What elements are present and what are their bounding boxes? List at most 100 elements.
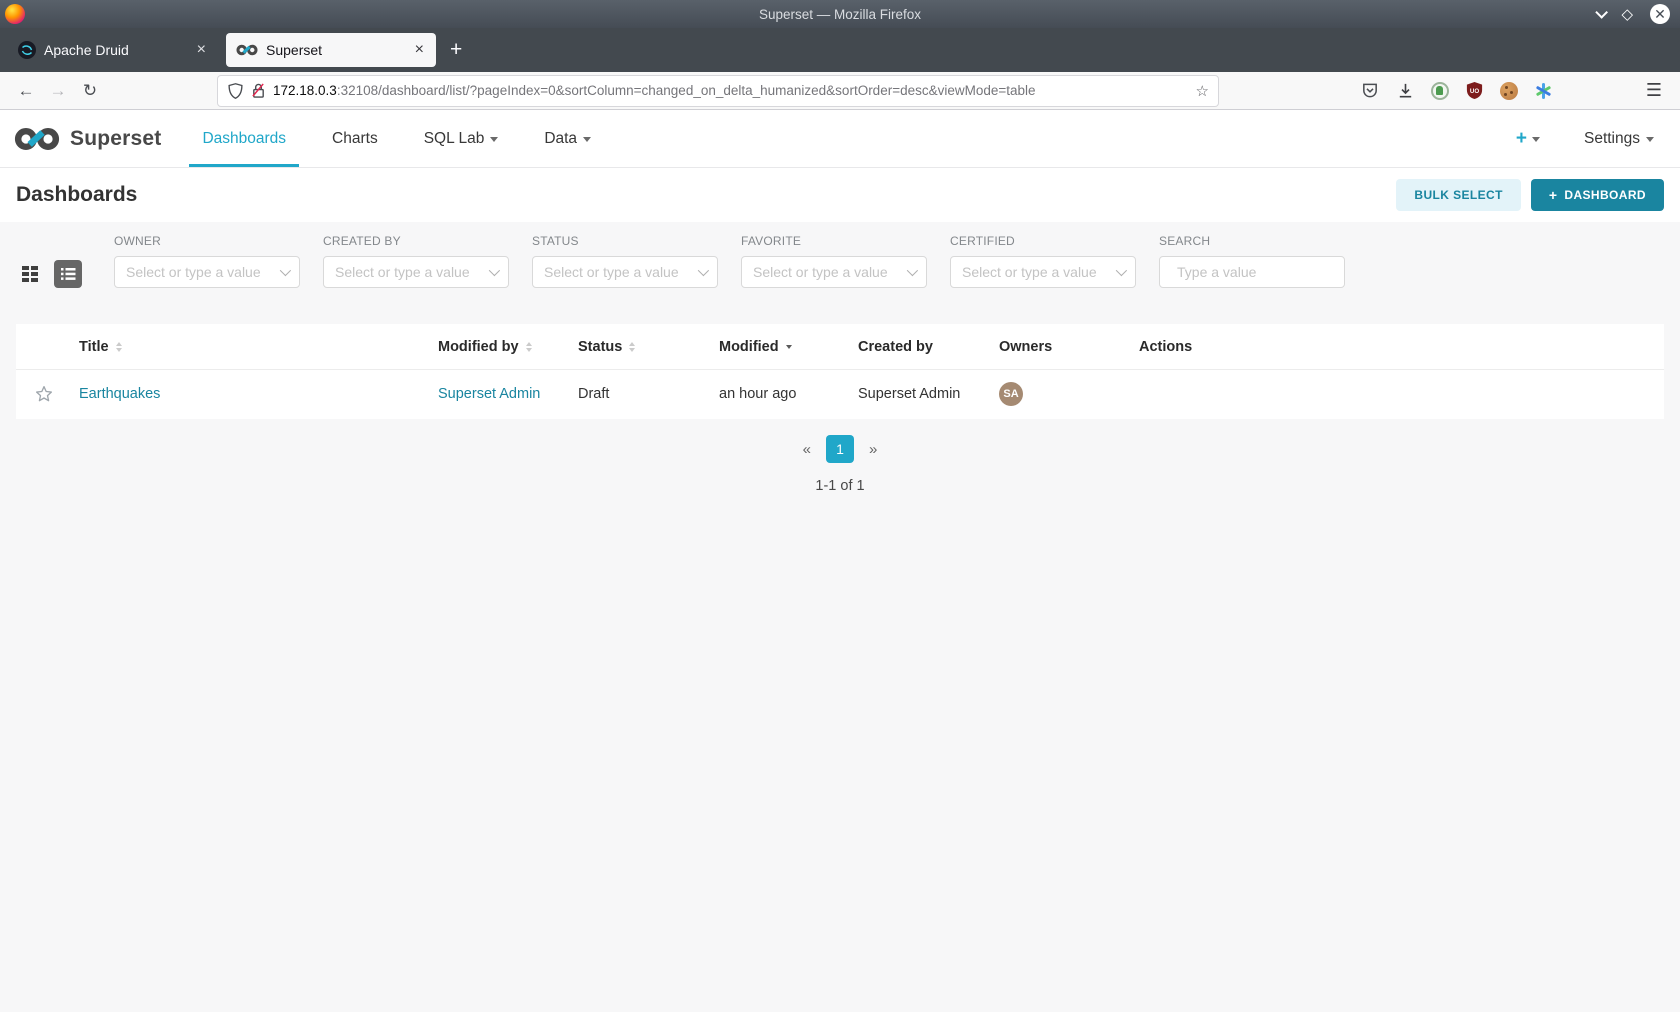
bulk-select-label: BULK SELECT xyxy=(1414,188,1503,202)
chevron-down-icon xyxy=(583,137,592,142)
dashboards-table: Title Modified by Status Modified Create… xyxy=(16,324,1664,419)
tab-label: Apache Druid xyxy=(44,42,129,58)
status-select[interactable]: Select or type a value xyxy=(532,256,718,288)
new-dashboard-button[interactable]: + DASHBOARD xyxy=(1530,179,1664,211)
next-page-button[interactable]: » xyxy=(863,441,883,458)
chevron-down-icon xyxy=(279,264,292,277)
back-icon[interactable]: ← xyxy=(10,81,42,101)
column-status[interactable]: Status xyxy=(578,339,719,355)
select-placeholder: Select or type a value xyxy=(753,264,888,280)
menu-icon[interactable]: ☰ xyxy=(1646,80,1662,101)
column-title[interactable]: Title xyxy=(79,339,438,355)
superset-logo[interactable]: Superset xyxy=(14,127,161,151)
tab-close-icon[interactable]: × xyxy=(413,41,426,59)
superset-infinity-icon xyxy=(14,127,60,150)
url-host: 172.18.0.3 xyxy=(273,83,337,98)
url-path: :32108/dashboard/list/?pageIndex=0&sortC… xyxy=(336,83,1036,98)
sort-icon xyxy=(115,341,122,352)
column-modified[interactable]: Modified xyxy=(719,339,858,355)
new-item-menu[interactable]: + xyxy=(1516,128,1540,150)
page-1-button[interactable]: 1 xyxy=(826,435,854,463)
shield-icon[interactable] xyxy=(227,82,244,100)
owner-select[interactable]: Select or type a value xyxy=(114,256,300,288)
column-label: Actions xyxy=(1139,338,1193,355)
list-view-toggle[interactable] xyxy=(54,260,82,288)
settings-label: Settings xyxy=(1583,129,1640,147)
column-label: Modified xyxy=(719,338,779,355)
page-header: Dashboards BULK SELECT + DASHBOARD xyxy=(0,168,1680,222)
status-value: Draft xyxy=(578,385,610,402)
tab-bar: Apache Druid × Superset × + xyxy=(0,28,1680,72)
tab-superset[interactable]: Superset × xyxy=(226,33,436,67)
column-label: Owners xyxy=(999,338,1053,355)
filter-label: SEARCH xyxy=(1159,234,1211,248)
settings-menu[interactable]: Settings xyxy=(1584,130,1654,148)
column-owners: Owners xyxy=(999,339,1139,355)
column-label: Title xyxy=(79,338,109,355)
nav-data[interactable]: Data xyxy=(521,110,614,167)
main-nav: Dashboards Charts SQL Lab Data xyxy=(179,110,614,167)
chevron-down-icon xyxy=(906,264,919,277)
table-header-row: Title Modified by Status Modified Create… xyxy=(16,324,1664,370)
grid-view-icon xyxy=(22,266,38,282)
favorite-select[interactable]: Select or type a value xyxy=(741,256,927,288)
ublock-origin-icon[interactable]: UO xyxy=(1465,81,1484,100)
select-placeholder: Select or type a value xyxy=(962,264,1097,280)
created-by-value: Superset Admin xyxy=(858,385,961,402)
nav-sql-lab[interactable]: SQL Lab xyxy=(401,110,522,167)
modified-by-link[interactable]: Superset Admin xyxy=(438,386,540,402)
chevron-down-icon xyxy=(1646,137,1654,142)
filter-created-by: CREATED BY Select or type a value xyxy=(323,234,509,288)
sort-icon xyxy=(525,341,532,352)
nav-charts[interactable]: Charts xyxy=(309,110,401,167)
card-view-toggle[interactable] xyxy=(16,260,44,288)
window-title: Superset — Mozilla Firefox xyxy=(758,6,922,22)
prev-page-button[interactable]: « xyxy=(797,441,817,458)
select-placeholder: Select or type a value xyxy=(126,264,261,280)
insecure-lock-icon[interactable] xyxy=(251,82,266,99)
bookmark-star-icon[interactable]: ☆ xyxy=(1196,82,1209,100)
dashboard-list-content: OWNER Select or type a value CREATED BY … xyxy=(0,222,1680,1012)
forward-icon[interactable]: → xyxy=(42,81,74,101)
search-input[interactable] xyxy=(1177,264,1358,280)
extension-green-icon[interactable] xyxy=(1430,81,1449,100)
new-tab-button[interactable]: + xyxy=(450,38,462,62)
url-bar[interactable]: 172.18.0.3:32108/dashboard/list/?pageInd… xyxy=(218,75,1218,106)
extension-asterisk-icon[interactable] xyxy=(1534,82,1552,100)
filter-label: CREATED BY xyxy=(323,234,401,248)
tab-close-icon[interactable]: × xyxy=(195,41,208,59)
superset-navbar: Superset Dashboards Charts SQL Lab Data … xyxy=(0,110,1680,168)
table-row: Earthquakes Superset Admin Draft an hour… xyxy=(16,370,1664,417)
cookie-extension-icon[interactable] xyxy=(1499,81,1518,100)
brand-name: Superset xyxy=(70,126,162,150)
bulk-select-button[interactable]: BULK SELECT xyxy=(1396,179,1521,211)
pocket-icon[interactable] xyxy=(1360,81,1380,100)
close-window-icon[interactable]: ✕ xyxy=(1650,4,1670,24)
created-by-select[interactable]: Select or type a value xyxy=(323,256,509,288)
downloads-icon[interactable] xyxy=(1396,81,1415,100)
column-label: Status xyxy=(578,338,623,355)
plus-icon: + xyxy=(1548,187,1558,203)
tab-apache-druid[interactable]: Apache Druid × xyxy=(8,33,218,67)
window-titlebar: Superset — Mozilla Firefox ◇ ✕ xyxy=(0,0,1680,28)
nav-dashboards[interactable]: Dashboards xyxy=(179,110,309,167)
dashboard-title-link[interactable]: Earthquakes xyxy=(79,386,160,402)
column-modified-by[interactable]: Modified by xyxy=(438,339,578,355)
plus-icon: + xyxy=(1515,127,1527,149)
browser-toolbar: ← → ↻ 172.18.0.3:32108/dashboard/list/?p… xyxy=(0,72,1680,110)
chevron-down-icon xyxy=(1531,137,1540,142)
reload-icon[interactable]: ↻ xyxy=(74,81,106,101)
favorite-star-icon[interactable] xyxy=(34,384,54,404)
select-placeholder: Select or type a value xyxy=(544,264,679,280)
filter-favorite: FAVORITE Select or type a value xyxy=(741,234,927,288)
owner-avatar[interactable]: SA xyxy=(999,381,1023,406)
druid-favicon xyxy=(18,41,36,59)
column-actions: Actions xyxy=(1139,339,1664,355)
certified-select[interactable]: Select or type a value xyxy=(950,256,1136,288)
minimize-icon[interactable] xyxy=(1595,5,1609,19)
sort-icon xyxy=(629,341,636,352)
tab-label: Superset xyxy=(266,42,323,58)
chevron-down-icon xyxy=(488,264,501,277)
maximize-icon[interactable]: ◇ xyxy=(1621,7,1633,22)
nav-label: Charts xyxy=(332,129,378,147)
